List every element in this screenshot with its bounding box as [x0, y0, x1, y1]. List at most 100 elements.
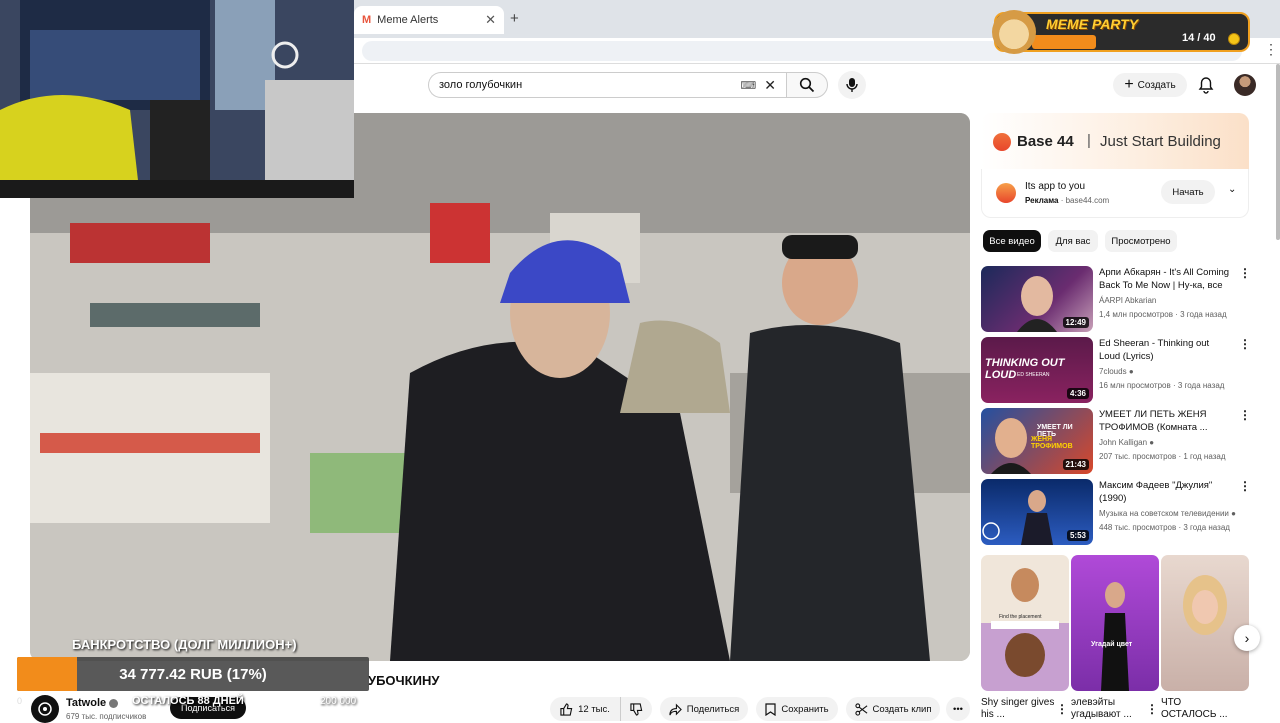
recommendation-item[interactable]: УМЕЕТ ЛИ ПЕТЬ ЖЕНЯ ТРОФИМОВ 21:43 УМЕЕТ … — [981, 408, 1251, 474]
recommendation-item[interactable]: THINKING OUT LOUD ED SHEERAN 4:36 Ed She… — [981, 337, 1251, 403]
bell-icon — [1198, 77, 1214, 94]
ad-banner[interactable]: Base 44 | Just Start Building — [981, 113, 1249, 169]
video-thumbnail[interactable]: THINKING OUT LOUD ED SHEERAN 4:36 — [981, 337, 1093, 403]
verified-icon: ● — [1149, 438, 1155, 447]
meme-party-count: 14 / 40 — [1182, 32, 1216, 44]
chevron-down-icon[interactable]: ⌄ — [1228, 184, 1236, 195]
video-title: Ed Sheeran - Thinking out Loud (Lyrics) — [1099, 338, 1210, 362]
meme-party-title: MEME PARTY — [1046, 16, 1139, 32]
ad-start-button[interactable]: Начать — [1161, 180, 1215, 204]
dislike-button[interactable] — [620, 697, 652, 721]
video-stats: 207 тыс. просмотров · 1 год назад — [1099, 452, 1226, 461]
chip-watched[interactable]: Просмотрено — [1105, 230, 1177, 252]
keyboard-icon[interactable]: ⌨ — [740, 79, 756, 92]
channel-name-text: Tatwole — [66, 697, 107, 709]
short-caption: элевэйты угадывают ... — [1071, 697, 1132, 720]
days-left: ОСТАЛОСЬ 88 ДНЕЙ — [132, 695, 244, 707]
ad-domain: base44.com — [1065, 196, 1110, 205]
video-thumbnail[interactable]: УМЕЕТ ЛИ ПЕТЬ ЖЕНЯ ТРОФИМОВ 21:43 — [981, 408, 1093, 474]
video-stats: 16 млн просмотров · 3 года назад — [1099, 381, 1225, 390]
video-title: Максим Фадеев "Джулия" (1990) — [1099, 480, 1213, 504]
debt-goal-title: БАНКРОТСТВО (ДОЛГ МИЛЛИОН+) — [72, 637, 297, 652]
debt-progress-bar: 34 777.42 RUB (17%) — [17, 657, 369, 691]
search-input[interactable]: золо голубочкин ⌨ ✕ — [428, 72, 786, 98]
coin-icon — [1228, 33, 1240, 45]
webcam-overlay — [0, 0, 354, 198]
video-stats: 1,4 млн просмотров · 3 года назад — [1099, 310, 1227, 319]
tab-title: Meme Alerts — [377, 14, 439, 26]
ad-app-icon — [996, 183, 1016, 203]
chip-all-videos[interactable]: Все видео — [983, 230, 1041, 252]
more-vert-icon[interactable]: ⋮ — [1239, 479, 1251, 493]
browser-tab[interactable]: M Meme Alerts ✕ — [354, 6, 504, 34]
like-button[interactable]: 12 тыс. — [550, 697, 620, 721]
base44-logo-icon — [993, 133, 1011, 151]
debt-goal-value: 200 000 — [320, 696, 357, 707]
channel-name-text: John Kalligan — [1099, 438, 1148, 447]
short-thumbnail[interactable]: Find the placement — [981, 555, 1069, 691]
voice-search-button[interactable] — [838, 71, 866, 99]
ad-separator: | — [1087, 132, 1091, 149]
channel-name[interactable]: Tatwole — [66, 697, 119, 709]
video-thumbnail[interactable]: 12:49 — [981, 266, 1093, 332]
share-icon — [669, 703, 682, 715]
short-art — [991, 568, 1059, 677]
new-tab-button[interactable]: + — [510, 10, 519, 27]
create-label: Создать — [1137, 79, 1176, 91]
chip-for-you[interactable]: Для вас — [1048, 230, 1098, 252]
more-actions-button[interactable]: ••• — [946, 697, 970, 721]
chevron-right-icon[interactable]: › — [1234, 625, 1260, 651]
ad-label: Реклама — [1025, 196, 1059, 205]
save-label: Сохранить — [781, 703, 829, 715]
channel-avatar[interactable] — [31, 695, 59, 723]
thumbs-down-icon — [630, 702, 643, 716]
debt-amount: 34 777.42 RUB (17%) — [119, 665, 267, 683]
channel-name-text: Музыка на советском телевидении — [1099, 509, 1229, 518]
webcam-feed — [0, 0, 354, 198]
clear-search-icon[interactable]: ✕ — [764, 77, 776, 94]
thumbs-up-icon — [560, 702, 573, 716]
more-vert-icon[interactable]: ⋮ — [1056, 702, 1068, 716]
channel-name: Музыка на советском телевидении ● — [1099, 509, 1236, 518]
account-avatar[interactable] — [1234, 74, 1256, 96]
ad-slogan: Just Start Building — [1100, 133, 1221, 150]
ad-card[interactable]: Its app to you Реклама · base44.com Нача… — [981, 169, 1249, 218]
video-title: Арпи Абкарян - It's All Coming Back To M… — [1099, 267, 1230, 294]
short-thumbnail[interactable]: Угадай цвет — [1071, 555, 1159, 691]
search-button[interactable] — [786, 72, 828, 98]
browser-menu-icon[interactable]: ⋮ — [1264, 41, 1278, 58]
tab-close-icon[interactable]: ✕ — [485, 12, 496, 28]
short-caption: Shy singer gives his ... — [981, 697, 1055, 720]
channel-name: John Kalligan ● — [1099, 438, 1154, 447]
page-scrollbar[interactable] — [1276, 64, 1280, 240]
debt-start-value: 0 — [17, 696, 23, 706]
more-vert-icon[interactable]: ⋮ — [1146, 702, 1158, 716]
ad-meta: Реклама · base44.com — [1025, 196, 1110, 205]
short-art — [1101, 582, 1129, 691]
recommendation-item[interactable]: 12:49 Арпи Абкарян - It's All Coming Bac… — [981, 266, 1251, 332]
scissors-icon — [854, 702, 867, 716]
video-thumbnail[interactable]: 5:53 — [981, 479, 1093, 545]
meme-party-progress — [1032, 35, 1097, 49]
meme-party-widget: MEME PARTY 14 / 40 — [992, 10, 1250, 54]
share-label: Поделиться — [686, 703, 740, 715]
ad-text: Its app to you — [1025, 181, 1086, 192]
channel-name-text: 7clouds — [1099, 367, 1127, 376]
channel-logo-icon — [38, 702, 52, 716]
more-vert-icon[interactable]: ⋮ — [1239, 266, 1251, 280]
create-button[interactable]: + Создать — [1113, 73, 1187, 97]
thumbnail-subtext: ЖЕНЯ ТРОФИМОВ — [1031, 436, 1073, 450]
clip-button[interactable]: Создать клип — [846, 697, 940, 721]
video-title: УБОЧКИНУ — [368, 673, 440, 688]
save-button[interactable]: Сохранить — [756, 697, 838, 721]
notifications-button[interactable] — [1198, 76, 1214, 99]
more-vert-icon[interactable]: ⋮ — [1239, 408, 1251, 422]
plus-icon: + — [1124, 76, 1134, 93]
recommendation-item[interactable]: 5:53 Максим Фадеев "Джулия" (1990) Музык… — [981, 479, 1251, 545]
verified-icon — [109, 698, 119, 708]
share-button[interactable]: Поделиться — [660, 697, 748, 721]
video-duration: 21:43 — [1062, 459, 1089, 470]
short-thumbnail[interactable] — [1161, 555, 1249, 691]
more-vert-icon[interactable]: ⋮ — [1239, 337, 1251, 351]
channel-name: 7clouds ● — [1099, 367, 1134, 376]
